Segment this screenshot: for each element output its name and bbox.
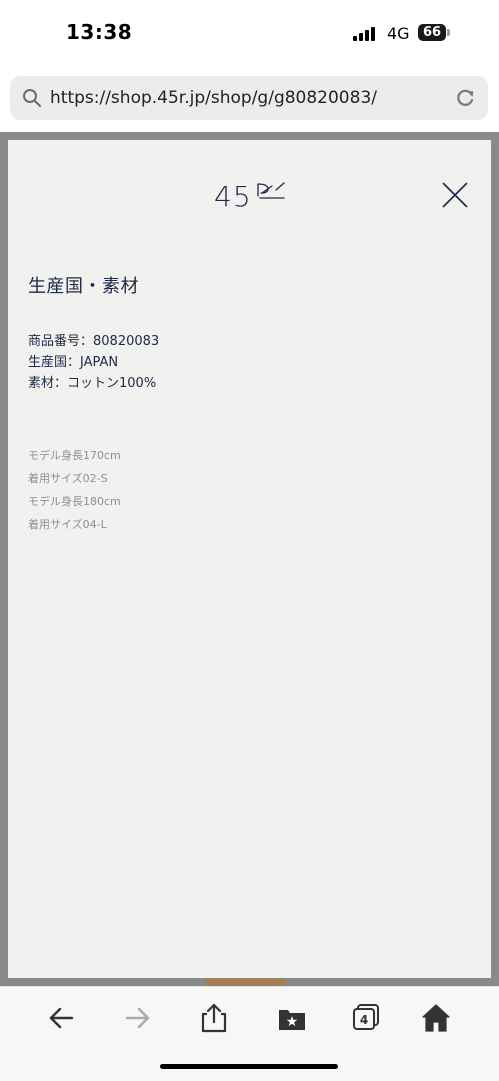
product-number: 商品番号：80820083 <box>28 334 160 349</box>
model-size-1: 着用サイズ02-S <box>28 472 108 485</box>
product-image-peek <box>205 978 285 986</box>
material: 素材：コットン100% <box>28 376 157 391</box>
status-bar: 13:38 4G 66 <box>0 0 499 64</box>
search-icon <box>23 89 41 107</box>
close-icon[interactable] <box>440 180 470 210</box>
bookmarks-icon[interactable] <box>275 1001 309 1035</box>
battery-icon: 66 <box>418 24 450 42</box>
share-icon[interactable] <box>197 1001 231 1035</box>
home-indicator <box>160 1064 338 1069</box>
forward-arrow-icon[interactable] <box>121 1001 155 1035</box>
reload-icon[interactable] <box>454 87 476 109</box>
tabs-icon[interactable]: 4 <box>349 1001 383 1035</box>
cellular-signal-icon <box>353 27 379 41</box>
model-height-2: モデル身長180cm <box>28 495 121 508</box>
back-arrow-icon[interactable] <box>44 1001 78 1035</box>
model-height-1: モデル身長170cm <box>28 449 121 462</box>
status-time: 13:38 <box>66 20 133 44</box>
network-type: 4G <box>387 24 410 43</box>
battery-level: 66 <box>418 24 446 41</box>
country-of-origin: 生産国：JAPAN <box>28 355 119 370</box>
home-icon[interactable] <box>419 1001 453 1035</box>
url-text[interactable]: https://shop.45r.jp/shop/g/g80820083/ <box>50 88 377 108</box>
section-title: 生産国・素材 <box>28 276 139 297</box>
model-size-2: 着用サイズ04-L <box>28 518 107 531</box>
brand-logo: 45 <box>214 180 285 208</box>
address-bar[interactable]: https://shop.45r.jp/shop/g/g80820083/ <box>10 76 488 120</box>
product-detail-modal <box>8 140 491 978</box>
tab-count: 4 <box>360 1013 368 1027</box>
svg-text:45: 45 <box>214 180 252 208</box>
